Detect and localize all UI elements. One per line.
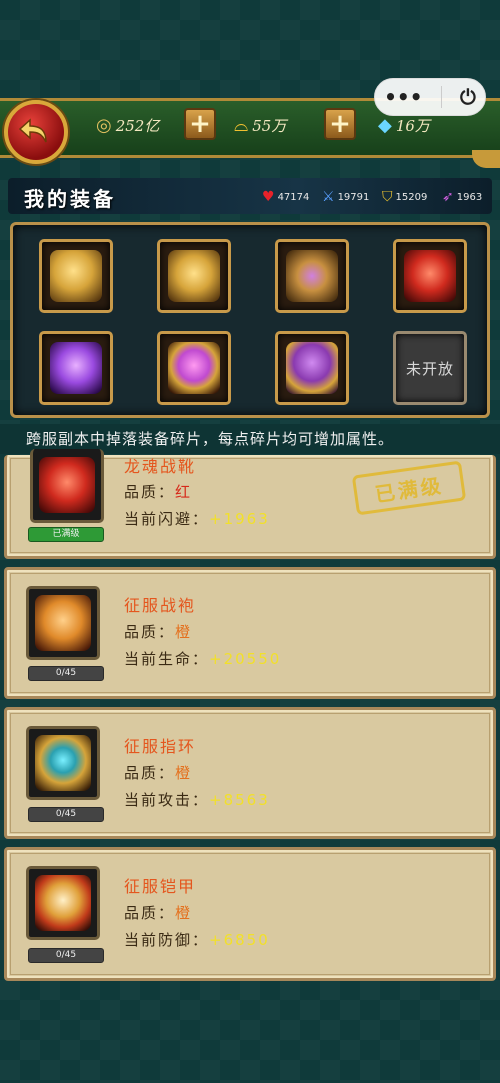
coin-icon: ◎ — [96, 114, 112, 136]
item-icon-frame — [30, 449, 104, 523]
miniprogram-capsule: ••• ⏻ — [374, 78, 486, 116]
page-title: 我的装备 — [24, 187, 116, 211]
robe-icon — [35, 595, 91, 651]
stat-label: 当前攻击： — [124, 791, 210, 809]
equipment-grid: 未开放 — [10, 222, 490, 418]
equip-slot-boots[interactable] — [393, 239, 467, 313]
ingot-value: 55万 — [252, 116, 287, 135]
stat-attack-value: 19791 — [337, 191, 370, 203]
ingot-icon: ⌓ — [234, 114, 249, 136]
quality-value: 红 — [175, 483, 193, 501]
power-icon[interactable]: ⏻ — [460, 85, 476, 109]
gold-belt-icon — [286, 250, 338, 302]
equip-slot-armor[interactable] — [39, 331, 113, 405]
equip-slot-helmet[interactable] — [39, 239, 113, 313]
more-menu-icon[interactable]: ••• — [384, 85, 422, 109]
gold-bracer-icon — [168, 250, 220, 302]
dodge-icon: ➶ — [442, 189, 454, 205]
purple-armor-icon — [50, 342, 102, 394]
stat-value: +20550 — [209, 650, 282, 668]
stat-defense: ⛉ 15209 — [382, 189, 427, 205]
item-progress: 0/45 — [28, 948, 104, 963]
ring-icon — [35, 735, 91, 791]
item-name: 征服指环 — [124, 737, 197, 756]
stat-value: +8563 — [209, 791, 270, 809]
equip-slot-belt[interactable] — [275, 239, 349, 313]
ingot-counter: ⌓ 55万 — [234, 108, 286, 142]
item-icon-frame — [26, 866, 100, 940]
coin-value: 252亿 — [115, 116, 160, 135]
gold-helmet-icon — [50, 250, 102, 302]
quality-value: 橙 — [175, 764, 193, 782]
add-ingots-button[interactable]: + — [324, 108, 356, 140]
equipment-header: 我的装备 ♥ 47174 ⚔ 19791 ⛉ 15209 ➶ 1963 — [8, 178, 492, 214]
quality-label: 品质： — [124, 904, 176, 922]
diamond-icon: ◆ — [378, 114, 392, 136]
item-name: 征服铠甲 — [124, 877, 197, 896]
stat-label: 当前生命： — [124, 650, 210, 668]
stat-defense-value: 15209 — [395, 191, 428, 203]
sword-icon: ⚔ — [322, 189, 335, 205]
shield-icon: ⛉ — [382, 189, 393, 205]
stat-dodge-value: 1963 — [456, 191, 483, 203]
item-stat: 当前生命：+20550 — [124, 648, 281, 669]
locked-slot-label: 未开放 — [405, 359, 454, 378]
diamond-value: 16万 — [395, 116, 430, 135]
heart-icon: ♥ — [262, 189, 275, 205]
equip-slot-ring[interactable] — [157, 331, 231, 405]
item-progress: 已满级 — [28, 527, 104, 542]
stat-value: +1963 — [209, 510, 270, 528]
armor-icon — [35, 875, 91, 931]
item-progress: 0/45 — [28, 807, 104, 822]
red-boots-icon — [39, 456, 95, 513]
stat-attack: ⚔ 19791 — [322, 189, 369, 205]
quality-label: 品质： — [124, 623, 176, 641]
item-icon-frame — [26, 586, 100, 660]
stat-label: 当前防御： — [124, 931, 210, 949]
item-stat: 当前攻击：+8563 — [124, 789, 270, 810]
item-quality: 品质：橙 — [124, 621, 192, 642]
equip-slot-bracer[interactable] — [157, 239, 231, 313]
equip-slot-robe[interactable] — [275, 331, 349, 405]
quality-value: 橙 — [175, 904, 193, 922]
item-quality: 品质：橙 — [124, 902, 192, 923]
back-arrow-icon — [18, 118, 47, 143]
back-button[interactable] — [4, 100, 68, 164]
stat-hp: ♥ 47174 — [262, 189, 309, 205]
item-name: 征服战袍 — [124, 596, 197, 615]
stat-value: +6850 — [209, 931, 270, 949]
quality-label: 品质： — [124, 483, 176, 501]
equip-slot-locked: 未开放 — [393, 331, 467, 405]
item-quality: 品质：红 — [124, 481, 192, 502]
coin-counter: ◎ 252亿 — [96, 108, 159, 142]
add-coins-button[interactable]: + — [184, 108, 216, 140]
item-icon-frame — [26, 726, 100, 800]
purple-ring-icon — [168, 342, 220, 394]
item-progress: 0/45 — [28, 666, 104, 681]
purple-robe-icon — [286, 342, 338, 394]
capsule-divider — [440, 86, 442, 108]
item-quality: 品质：橙 — [124, 762, 192, 783]
quality-label: 品质： — [124, 764, 176, 782]
stat-label: 当前闪避： — [124, 510, 210, 528]
red-boots-icon — [404, 250, 456, 302]
corner-ornament — [472, 150, 500, 168]
quality-value: 橙 — [175, 623, 193, 641]
item-stat: 当前防御：+6850 — [124, 929, 270, 950]
stat-hp-value: 47174 — [277, 191, 310, 203]
item-name: 龙魂战靴 — [124, 457, 197, 476]
item-stat: 当前闪避：+1963 — [124, 508, 270, 529]
stat-dodge: ➶ 1963 — [442, 189, 482, 205]
